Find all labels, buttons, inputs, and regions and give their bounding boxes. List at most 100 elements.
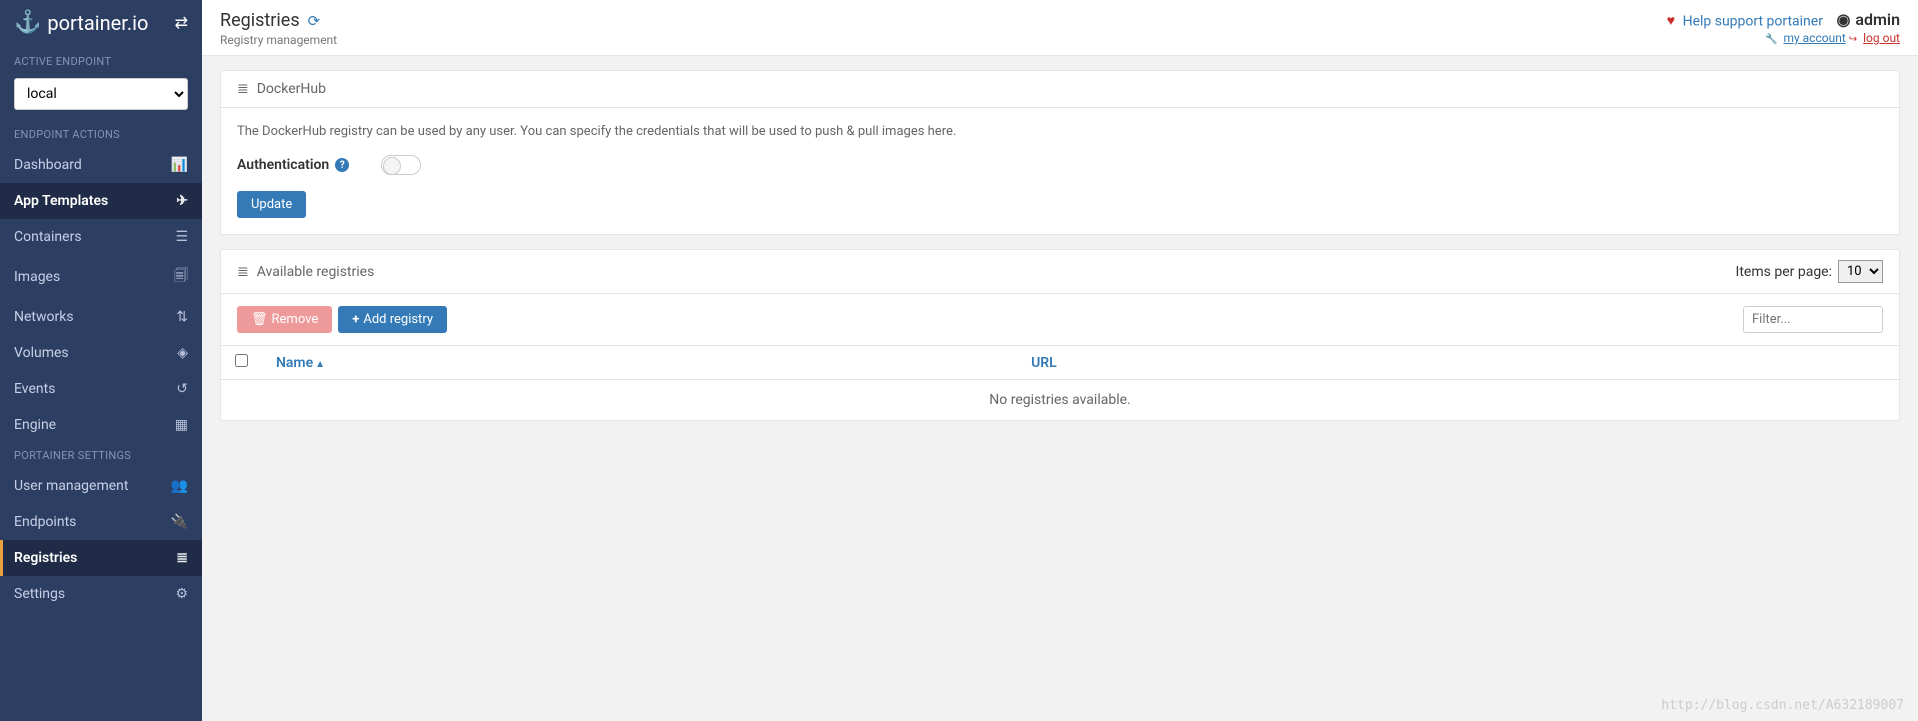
sort-asc-icon: ▲ xyxy=(315,359,325,370)
update-button[interactable]: Update xyxy=(237,191,306,218)
endpoint-select-wrap: local xyxy=(14,78,188,110)
sidebar-item-label: Volumes xyxy=(14,345,69,361)
username: admin xyxy=(1855,10,1900,29)
plug-icon: 🔌 xyxy=(171,514,188,530)
endpoint-select[interactable]: local xyxy=(14,78,188,110)
registries-panel-header: ≣ Available registries Items per page: 1… xyxy=(221,250,1899,294)
auth-label: Authentication xyxy=(237,157,329,173)
col-name-label: Name xyxy=(276,355,313,371)
content-area: ≣ DockerHub The DockerHub registry can b… xyxy=(202,56,1918,449)
dockerhub-description: The DockerHub registry can be used by an… xyxy=(221,108,1899,155)
dockerhub-panel: ≣ DockerHub The DockerHub registry can b… xyxy=(220,70,1900,235)
trash-icon: 🗑 xyxy=(251,312,268,327)
dockerhub-panel-header: ≣ DockerHub xyxy=(221,71,1899,108)
registries-panel: ≣ Available registries Items per page: 1… xyxy=(220,249,1900,421)
col-url-header[interactable]: URL xyxy=(1017,346,1899,380)
registries-title: Available registries xyxy=(257,264,375,280)
items-per-page-group: Items per page: 10 xyxy=(1736,260,1883,283)
items-per-page-select[interactable]: 10 xyxy=(1838,260,1883,283)
plus-icon: + xyxy=(352,312,359,327)
sidebar-item-engine[interactable]: Engine ▦ xyxy=(0,407,202,443)
header-right: ♥ Help support portainer ◉ admin 🔧 my acc… xyxy=(1667,10,1900,47)
auth-label-wrap: Authentication ? xyxy=(237,157,349,173)
brand-text: portainer.io xyxy=(47,11,148,35)
refresh-icon[interactable]: ⟳ xyxy=(308,12,321,30)
sidebar-item-settings[interactable]: Settings ⚙ xyxy=(0,576,202,612)
sidebar-item-dashboard[interactable]: Dashboard 📊 xyxy=(0,147,202,183)
sidebar-item-label: Containers xyxy=(14,229,82,245)
auth-row: Authentication ? xyxy=(221,155,1899,191)
sidebar: ⚓ portainer.io ⇄ ACTIVE ENDPOINT local E… xyxy=(0,0,202,721)
active-endpoint-label: ACTIVE ENDPOINT xyxy=(0,49,202,74)
sidebar-item-label: Dashboard xyxy=(14,157,82,173)
page-header: Registries ⟳ Registry management ♥ Help … xyxy=(202,0,1918,56)
sidebar-item-label: Registries xyxy=(14,550,77,566)
select-all-cell xyxy=(221,346,262,380)
auth-toggle[interactable] xyxy=(381,155,421,175)
sidebar-item-label: Settings xyxy=(14,586,65,602)
header-sublinks: 🔧 my account ↪ log out xyxy=(1667,31,1900,45)
registries-toolbar: 🗑 Remove + Add registry xyxy=(221,294,1899,345)
page-title: Registries xyxy=(220,10,300,31)
support-link[interactable]: Help support portainer xyxy=(1683,13,1823,29)
col-url-label: URL xyxy=(1031,355,1057,371)
logout-link[interactable]: log out xyxy=(1863,31,1900,45)
wrench-icon: 🔧 xyxy=(1765,34,1777,45)
dockerhub-title: DockerHub xyxy=(257,81,326,97)
brand-logo[interactable]: ⚓ portainer.io xyxy=(14,10,148,35)
endpoint-actions-label: ENDPOINT ACTIONS xyxy=(0,122,202,147)
items-per-page-label: Items per page: xyxy=(1736,264,1832,280)
user-icon: ◉ xyxy=(1836,10,1850,29)
database-icon: ≣ xyxy=(237,81,249,97)
add-registry-button[interactable]: + Add registry xyxy=(338,306,447,333)
filter-input[interactable] xyxy=(1743,306,1883,333)
sidebar-item-containers[interactable]: Containers ☰ xyxy=(0,219,202,255)
sidebar-item-registries[interactable]: Registries ≣ xyxy=(0,540,202,576)
col-name-header[interactable]: Name▲ xyxy=(262,346,1017,380)
update-row: Update xyxy=(221,191,1899,234)
database-icon: ≣ xyxy=(176,550,188,566)
table-header-row: Name▲ URL xyxy=(221,346,1899,380)
sidebar-item-label: Engine xyxy=(14,417,56,433)
toolbar-left: 🗑 Remove + Add registry xyxy=(237,306,447,333)
empty-row: No registries available. xyxy=(221,380,1899,421)
sidebar-item-label: Images xyxy=(14,269,60,285)
remove-label: Remove xyxy=(272,312,319,327)
users-icon: 👥 xyxy=(171,478,188,494)
list-icon: ☰ xyxy=(175,229,188,245)
history-icon: ↺ xyxy=(176,381,188,397)
sidebar-item-label: Networks xyxy=(14,309,74,325)
volumes-icon: ◈ xyxy=(177,345,188,361)
sidebar-item-endpoints[interactable]: Endpoints 🔌 xyxy=(0,504,202,540)
add-label: Add registry xyxy=(363,312,433,327)
my-account-link[interactable]: my account xyxy=(1783,31,1845,45)
user-block[interactable]: ◉ admin xyxy=(1836,10,1900,29)
sidebar-item-user-management[interactable]: User management 👥 xyxy=(0,468,202,504)
sidebar-item-app-templates[interactable]: App Templates ✈ xyxy=(0,183,202,219)
header-left: Registries ⟳ Registry management xyxy=(220,10,337,47)
page-title-row: Registries ⟳ xyxy=(220,10,337,31)
database-icon: ≣ xyxy=(237,264,249,280)
heart-icon: ♥ xyxy=(1667,13,1675,29)
grid-icon: ▦ xyxy=(175,417,188,433)
main-content: Registries ⟳ Registry management ♥ Help … xyxy=(202,0,1918,721)
sidebar-item-label: App Templates xyxy=(14,193,108,209)
logout-icon: ↪ xyxy=(1849,34,1857,45)
sidebar-item-networks[interactable]: Networks ⇅ xyxy=(0,299,202,335)
remove-button[interactable]: 🗑 Remove xyxy=(237,306,332,333)
dashboard-icon: 📊 xyxy=(171,157,188,173)
page-subtitle: Registry management xyxy=(220,33,337,47)
sidebar-item-label: Events xyxy=(14,381,55,397)
sidebar-item-label: User management xyxy=(14,478,128,494)
rocket-icon: ✈ xyxy=(176,193,188,209)
sidebar-item-images[interactable]: Images 🗐 xyxy=(0,255,202,299)
select-all-checkbox[interactable] xyxy=(235,354,248,367)
portainer-settings-label: PORTAINER SETTINGS xyxy=(0,443,202,468)
sidebar-item-volumes[interactable]: Volumes ◈ xyxy=(0,335,202,371)
sidebar-collapse-icon[interactable]: ⇄ xyxy=(175,13,188,32)
sidebar-item-events[interactable]: Events ↺ xyxy=(0,371,202,407)
registries-table: Name▲ URL No registries available. xyxy=(221,345,1899,420)
sitemap-icon: ⇅ xyxy=(176,309,188,325)
info-icon[interactable]: ? xyxy=(335,158,349,172)
cogs-icon: ⚙ xyxy=(175,586,188,602)
